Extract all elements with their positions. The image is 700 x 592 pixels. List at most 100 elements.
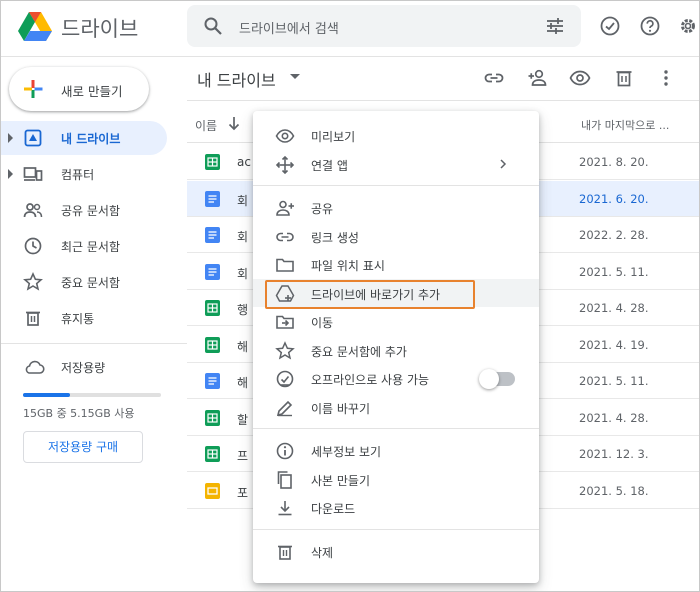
title-dropdown-icon[interactable] [290,74,300,79]
toggle-knob[interactable] [479,369,499,389]
menu-item-move[interactable]: 이동 [253,307,539,336]
menu-item-label: 미리보기 [311,130,356,144]
file-name: ac [237,155,251,169]
drive-window: 드라이브 드라이브에서 검색 새로 만들기 내 드라이브 컴퓨터 공유 문서함 … [0,0,700,592]
file-name: 해 [237,339,249,354]
pencil-icon [276,400,293,416]
search-icon[interactable] [203,16,223,36]
column-last-modified[interactable]: 내가 마지막으로 ... [581,117,669,133]
sidebar-item-label: 컴퓨터 [61,168,95,182]
sidebar-item-shared[interactable]: 공유 문서함 [1,193,167,227]
sheets-file-icon [205,336,220,353]
delete-trash-icon[interactable] [613,67,635,89]
settings-gear-icon[interactable] [677,15,699,37]
page-title[interactable]: 내 드라이브 [197,67,276,91]
share-person-add-icon[interactable] [527,67,549,89]
offline-toggle[interactable] [479,369,515,389]
offline-status-icon[interactable] [599,15,621,37]
menu-item-label: 파일 위치 표시 [311,259,385,273]
drive-logo-icon[interactable] [17,10,53,42]
file-date: 2022. 2. 28. [579,228,649,242]
sidebar-item-label: 최근 문서함 [61,240,121,254]
menu-item-add-starred[interactable]: 중요 문서함에 추가 [253,336,539,365]
menu-item-make-copy[interactable]: 사본 만들기 [253,465,539,494]
file-name: 회 [237,193,249,208]
chevron-right-icon [500,158,507,169]
sort-down-arrow-icon[interactable] [227,115,241,131]
menu-item-share[interactable]: 공유 [253,193,539,222]
sidebar-item-recent[interactable]: 최근 문서함 [1,229,167,263]
expand-caret-icon[interactable] [8,133,13,143]
slides-file-icon [205,482,220,499]
menu-item-label: 다운로드 [311,502,356,516]
menu-divider [253,428,539,429]
link-icon[interactable] [483,67,505,89]
menu-item-delete[interactable]: 삭제 [253,537,539,566]
menu-item-label: 공유 [311,202,334,216]
sidebar-item-computers[interactable]: 컴퓨터 [1,157,167,191]
person-add-icon [276,200,294,216]
menu-item-label: 이동 [311,316,334,330]
file-name: 해 [237,376,249,390]
star-icon [275,340,295,360]
sidebar-item-my-drive[interactable]: 내 드라이브 [1,121,167,155]
help-icon[interactable] [639,15,661,37]
menu-item-download[interactable]: 다운로드 [253,493,539,522]
menu-item-label: 이름 바꾸기 [311,401,371,416]
plus-icon [24,80,43,98]
search-input[interactable]: 드라이브에서 검색 [239,18,339,37]
search-box[interactable]: 드라이브에서 검색 [187,5,581,47]
sheets-file-icon [205,154,220,170]
sidebar-item-label: 내 드라이브 [61,132,121,146]
clock-icon [24,237,42,255]
file-date: 2021. 12. 3. [579,447,649,461]
copy-icon [277,470,292,489]
sidebar-item-label: 휴지통 [61,312,95,326]
file-date: 2021. 4. 28. [579,301,649,315]
storage-progress-fill [23,393,70,397]
file-date: 2021. 4. 28. [579,410,649,425]
column-name[interactable]: 이름 [195,117,217,134]
sidebar-item-trash[interactable]: 휴지통 [1,301,167,335]
menu-item-label: 링크 생성 [311,230,359,245]
menu-item-label: 사본 만들기 [311,473,371,488]
docs-file-icon [205,373,220,389]
download-icon [278,501,292,516]
buy-storage-button[interactable]: 저장용량 구매 [23,431,143,463]
menu-item-show-location[interactable]: 파일 위치 표시 [253,250,539,279]
menu-item-view-details[interactable]: 세부정보 보기 [253,436,539,465]
menu-item-preview[interactable]: 미리보기 [253,121,539,150]
file-date: 2021. 8. 20. [579,155,649,169]
file-date: 2021. 5. 11. [579,264,649,279]
docs-file-icon [205,263,220,280]
eye-icon [275,129,295,143]
cloud-icon [25,360,45,374]
menu-item-label: 세부정보 보기 [311,445,382,459]
sidebar-item-starred[interactable]: 중요 문서함 [1,265,167,299]
preview-eye-icon[interactable] [569,67,591,89]
menu-item-offline[interactable]: 오프라인으로 사용 가능 [253,364,539,393]
menu-item-open-with[interactable]: 연결 앱 [253,150,539,179]
more-options-icon[interactable] [655,67,677,89]
file-name: 할 [237,412,249,427]
file-date: 2021. 5. 18. [579,483,649,498]
star-icon [23,272,43,291]
storage-label[interactable]: 저장용량 [61,359,105,376]
search-options-icon[interactable] [545,16,565,36]
sidebar-divider [1,343,187,344]
file-name: 회 [237,266,249,281]
file-date: 2021. 5. 11. [579,374,649,388]
menu-item-get-link[interactable]: 링크 생성 [253,222,539,251]
info-icon [276,442,294,460]
storage-usage-text: 15GB 중 5.15GB 사용 [23,407,135,420]
sidebar: 새로 만들기 내 드라이브 컴퓨터 공유 문서함 최근 문서함 중요 문서함 휴… [1,57,187,591]
menu-item-rename[interactable]: 이름 바꾸기 [253,393,539,422]
expand-caret-icon[interactable] [8,169,13,179]
trash-icon [278,545,292,560]
offline-icon [276,370,294,388]
context-menu: 미리보기 연결 앱 공유 링크 생성 파일 위치 표시 드라이브에 바로가기 추… [253,111,539,583]
file-name: 회 [237,230,249,244]
menu-item-label: 오프라인으로 사용 가능 [311,373,430,387]
new-button[interactable]: 새로 만들기 [9,67,149,111]
file-date: 2021. 4. 19. [579,337,649,352]
